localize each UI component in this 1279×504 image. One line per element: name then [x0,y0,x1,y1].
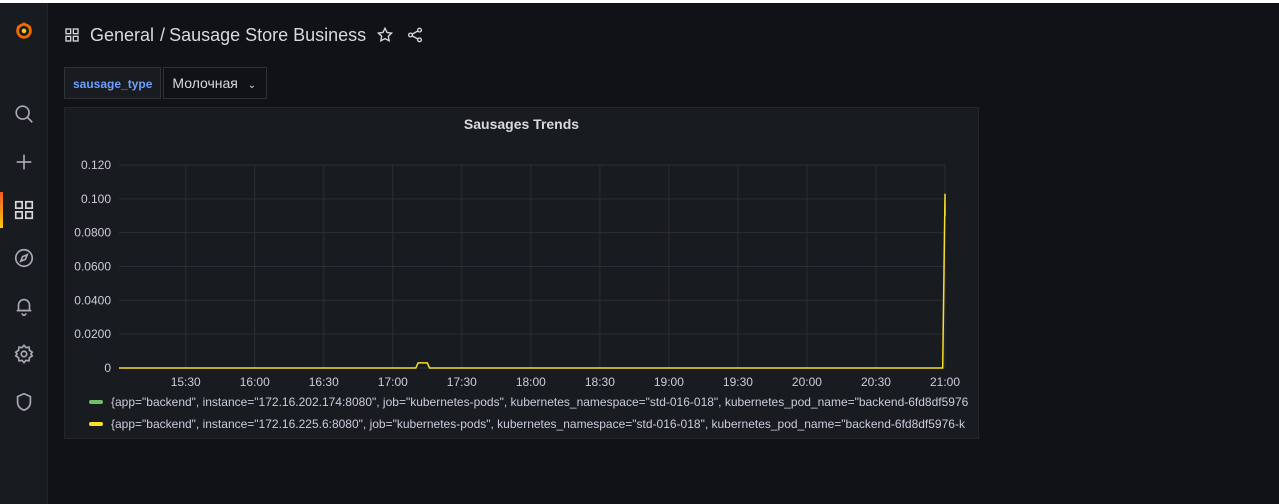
legend: {app="backend", instance="172.16.202.174… [89,391,975,435]
x-tick-label: 15:30 [171,375,201,388]
explore-compass-icon[interactable] [0,240,47,276]
dashboards-icon[interactable] [0,192,47,228]
server-admin-shield-icon[interactable] [0,384,47,420]
x-tick-label: 18:00 [516,375,546,388]
y-tick-label: 0.0200 [74,327,111,341]
grafana-logo-icon[interactable] [0,12,47,48]
x-tick-label: 16:30 [309,375,339,388]
legend-swatch-green [89,400,103,404]
legend-item[interactable]: {app="backend", instance="172.16.202.174… [89,391,975,413]
y-tick-label: 0 [104,361,111,375]
chevron-down-icon: ⌄ [247,80,257,91]
variable-value: Молочная [172,75,238,91]
y-tick-label: 0.120 [81,158,111,172]
x-tick-label: 20:00 [792,375,822,388]
x-tick-label: 18:30 [585,375,615,388]
chart[interactable]: 0 0.0200 0.0400 0.0600 0.0800 0.100 0.120 15:3… [65,108,978,388]
breadcrumb: General / Sausage Store Business [64,22,424,48]
dashboards-grid-icon [64,27,80,43]
x-tick-label: 21:00 [930,375,960,388]
y-tick-label: 0.0800 [74,226,111,240]
x-tick-label: 19:30 [723,375,753,388]
dashboard-title[interactable]: Sausage Store Business [169,25,366,46]
template-variable: sausage_type Молочная ⌄ [64,67,268,99]
variable-label: sausage_type [64,67,162,99]
legend-label: {app="backend", instance="172.16.202.174… [111,395,969,409]
x-tick-label: 17:30 [447,375,477,388]
sidebar [0,3,48,504]
legend-label: {app="backend", instance="172.16.225.6:8… [111,417,965,431]
graph-panel[interactable]: Sausages Trends 0 0.0200 0.0400 0.0600 0.080… [64,107,979,439]
chart-series [119,193,946,369]
y-tick-label: 0.100 [81,192,111,206]
active-indicator [0,192,3,228]
share-icon[interactable] [406,26,424,44]
y-tick-label: 0.0400 [74,293,111,307]
breadcrumb-separator: / [160,24,166,45]
x-tick-label: 16:00 [240,375,270,388]
chart-grid [119,164,946,369]
variable-select[interactable]: Молочная ⌄ [163,67,268,99]
y-tick-label: 0.0600 [74,260,111,274]
top-border [0,0,1279,3]
legend-item[interactable]: {app="backend", instance="172.16.225.6:8… [89,413,975,435]
search-icon[interactable] [0,96,47,132]
x-tick-label: 17:00 [378,375,408,388]
y-axis-ticks: 0 0.0200 0.0400 0.0600 0.0800 0.100 0.120 [74,158,111,375]
legend-swatch-yellow [89,422,103,426]
x-axis-ticks: 15:30 16:00 16:30 17:00 17:30 18:00 18:30 19:00… [171,375,961,388]
alerting-bell-icon[interactable] [0,288,47,324]
series-line-1 [119,193,946,369]
star-icon[interactable] [376,26,394,44]
x-tick-label: 20:30 [861,375,891,388]
x-tick-label: 19:00 [654,375,684,388]
plus-icon[interactable] [0,144,47,180]
breadcrumb-folder-link[interactable]: General [90,25,154,46]
configuration-gear-icon[interactable] [0,336,47,372]
